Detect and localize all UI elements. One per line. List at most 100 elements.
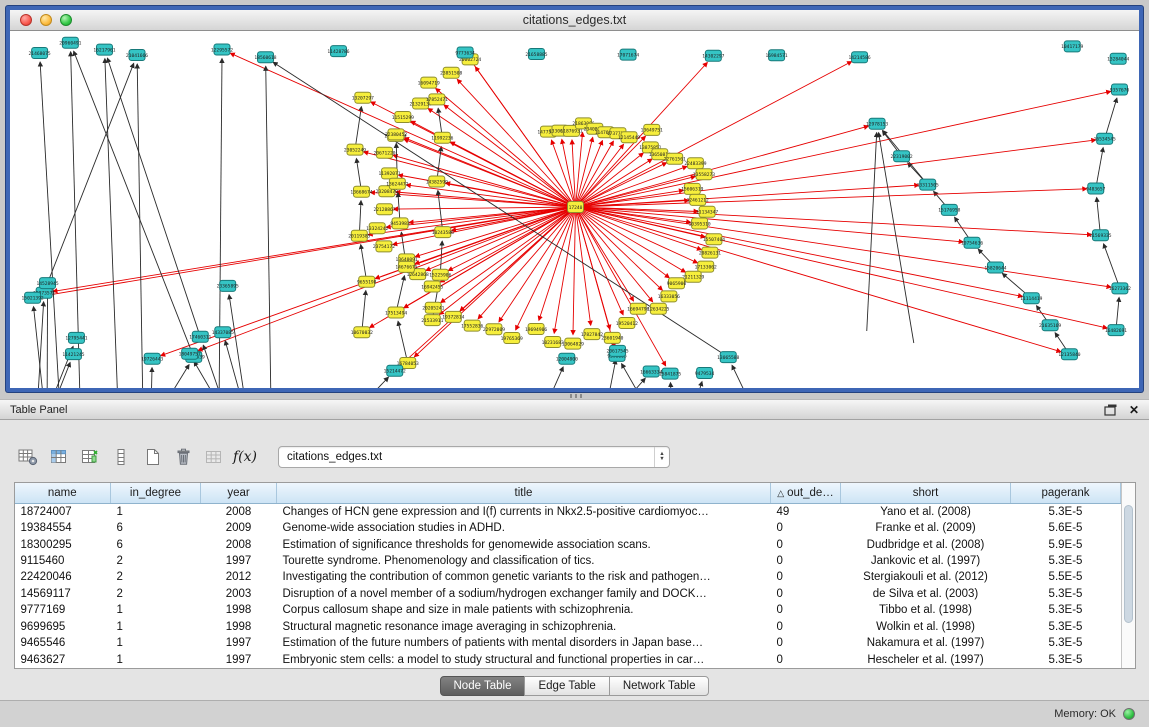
graph-node[interactable]: 23052249 bbox=[344, 144, 366, 155]
graph-node[interactable]: 16984571 bbox=[766, 50, 788, 61]
table-row[interactable]: 977716911998Corpus callosum shape and si… bbox=[15, 602, 1121, 618]
citation-network-graph[interactable]: 1724014775050133067431187693121863066234… bbox=[10, 31, 1139, 388]
graph-node[interactable]: 18560618 bbox=[254, 52, 276, 63]
graph-node[interactable]: 21041666 bbox=[126, 50, 148, 61]
table-row[interactable]: 1938455462009Genome-wide association stu… bbox=[15, 520, 1121, 536]
graph-node[interactable]: 17460311 bbox=[189, 331, 211, 342]
graph-node[interactable]: 17071674 bbox=[617, 49, 639, 60]
graph-node[interactable]: 10231683 bbox=[542, 337, 564, 348]
graph-node[interactable]: 10417179 bbox=[1061, 41, 1083, 52]
graph-node[interactable]: 22761561 bbox=[664, 153, 686, 164]
column-header-out-degree[interactable]: △out_de… bbox=[771, 483, 841, 503]
graph-node[interactable]: 9483657 bbox=[1086, 183, 1106, 194]
graph-node[interactable]: 15507404 bbox=[703, 234, 725, 245]
graph-node[interactable]: 22128867 bbox=[373, 204, 395, 215]
tab-edge-table[interactable]: Edge Table bbox=[524, 676, 609, 696]
table-selector[interactable]: citations_edges.txt ▲▼ bbox=[278, 446, 670, 468]
graph-node[interactable]: 14676675 bbox=[395, 261, 417, 272]
graph-node[interactable]: 12295572 bbox=[211, 44, 233, 55]
graph-node[interactable]: 20119385 bbox=[348, 230, 370, 241]
graph-node[interactable]: 13311505 bbox=[917, 179, 939, 190]
graph-node[interactable]: 13064829 bbox=[562, 338, 584, 349]
graph-node[interactable]: 19726443 bbox=[141, 353, 163, 364]
graph-node[interactable]: 14528945 bbox=[36, 278, 58, 289]
graph-node[interactable]: 21635169 bbox=[1039, 320, 1061, 331]
graph-node[interactable]: 9453983 bbox=[390, 218, 410, 229]
graph-node[interactable]: 21658885 bbox=[525, 49, 547, 60]
graph-node[interactable]: 12145449 bbox=[618, 132, 640, 143]
graph-node[interactable]: 16534545 bbox=[1094, 133, 1116, 144]
graph-node[interactable]: 13065588 bbox=[717, 352, 739, 363]
graph-node[interactable]: 13207297 bbox=[352, 92, 374, 103]
row-height-button[interactable] bbox=[107, 444, 135, 470]
graph-node[interactable]: 12634225 bbox=[647, 303, 669, 314]
graph-node[interactable]: 20617545 bbox=[606, 345, 628, 356]
graph-node[interactable]: 17240 bbox=[567, 202, 583, 213]
graph-node[interactable]: 15214472 bbox=[384, 365, 406, 376]
graph-node[interactable]: 11392071 bbox=[378, 168, 400, 179]
table-row[interactable]: 911546021997Tourette syndrome. Phenomeno… bbox=[15, 553, 1121, 569]
graph-node[interactable]: 19520412 bbox=[616, 318, 638, 329]
close-window-button[interactable] bbox=[20, 14, 32, 26]
function-builder-button[interactable]: f(x) bbox=[231, 444, 259, 470]
graph-node[interactable]: 9357670 bbox=[1110, 84, 1130, 95]
graph-node[interactable]: 23754172 bbox=[373, 241, 395, 252]
graph-node[interactable]: 10670032 bbox=[351, 327, 373, 338]
graph-node[interactable]: 23601940 bbox=[601, 332, 623, 343]
graph-node[interactable]: 19694906 bbox=[525, 324, 547, 335]
column-header-title[interactable]: title bbox=[277, 483, 771, 503]
graph-node[interactable]: 11134347 bbox=[696, 206, 718, 217]
close-panel-icon[interactable]: ✕ bbox=[1129, 404, 1139, 416]
table-row[interactable]: 1830029562008Estimation of significance … bbox=[15, 536, 1121, 552]
create-column-button[interactable] bbox=[76, 444, 104, 470]
vertical-scrollbar[interactable] bbox=[1121, 483, 1135, 668]
import-table-button[interactable] bbox=[200, 444, 228, 470]
graph-node[interactable]: 14382599 bbox=[426, 176, 448, 187]
graph-node[interactable]: 9773634 bbox=[455, 47, 475, 58]
graph-node[interactable]: 16273362 bbox=[1109, 283, 1131, 294]
minimize-window-button[interactable] bbox=[40, 14, 52, 26]
graph-node[interactable]: 11515299 bbox=[392, 112, 414, 123]
graph-node[interactable]: 15841875 bbox=[659, 368, 681, 379]
graph-node[interactable]: 20205241 bbox=[422, 302, 444, 313]
tab-network-table[interactable]: Network Table bbox=[609, 676, 710, 696]
graph-node[interactable]: 15225906 bbox=[429, 269, 451, 280]
graph-node[interactable]: 17827842 bbox=[581, 329, 603, 340]
graph-node[interactable]: 20960491 bbox=[59, 37, 81, 48]
table-row[interactable]: 1456911722003Disruption of a novel membe… bbox=[15, 586, 1121, 602]
table-mode-button[interactable] bbox=[14, 444, 42, 470]
delete-table-button[interactable] bbox=[169, 444, 197, 470]
graph-node[interactable]: 11992236 bbox=[431, 132, 453, 143]
column-header-in-degree[interactable]: in_degree bbox=[111, 483, 201, 503]
graph-node[interactable]: 20671220 bbox=[373, 147, 395, 158]
graph-node[interactable]: 17552836 bbox=[461, 320, 483, 331]
graph-node[interactable]: 21211329 bbox=[682, 271, 704, 282]
graph-node[interactable]: 12004800 bbox=[556, 353, 578, 364]
graph-node[interactable]: 15606319 bbox=[681, 183, 703, 194]
graph-node[interactable]: 13558273 bbox=[693, 169, 715, 180]
table-row[interactable]: 969969511998Structural magnetic resonanc… bbox=[15, 619, 1121, 635]
table-row[interactable]: 2242004622012Investigating the contribut… bbox=[15, 569, 1121, 585]
graph-node[interactable]: 22972009 bbox=[483, 324, 505, 335]
graph-node[interactable]: 19765369 bbox=[501, 333, 523, 344]
graph-node[interactable]: 10243586 bbox=[432, 227, 454, 238]
graph-node[interactable]: 10395310 bbox=[689, 218, 711, 229]
new-table-button[interactable] bbox=[138, 444, 166, 470]
graph-node[interactable]: 11421245 bbox=[62, 349, 84, 360]
graph-node[interactable]: 13624472 bbox=[386, 178, 408, 189]
float-panel-icon[interactable] bbox=[1104, 404, 1117, 416]
graph-node[interactable]: 23365895 bbox=[217, 280, 239, 291]
graph-node[interactable]: 13284044 bbox=[1107, 53, 1129, 64]
graph-node[interactable]: 12461212 bbox=[687, 194, 709, 205]
graph-node[interactable]: 21569335 bbox=[1089, 230, 1111, 241]
graph-node[interactable]: 10754636 bbox=[961, 237, 983, 248]
graph-node[interactable]: 21468075 bbox=[29, 48, 51, 59]
graph-node[interactable]: 9479534 bbox=[695, 368, 715, 379]
graph-node[interactable]: 17852471 bbox=[426, 94, 448, 105]
graph-node[interactable]: 16942455 bbox=[421, 281, 443, 292]
graph-node[interactable]: 18049757 bbox=[179, 348, 201, 359]
graph-node[interactable]: 14337085 bbox=[212, 327, 234, 338]
graph-node[interactable]: 9065900 bbox=[667, 278, 687, 289]
graph-node[interactable]: 16694796 bbox=[627, 303, 649, 314]
graph-node[interactable]: 12795441 bbox=[65, 332, 87, 343]
